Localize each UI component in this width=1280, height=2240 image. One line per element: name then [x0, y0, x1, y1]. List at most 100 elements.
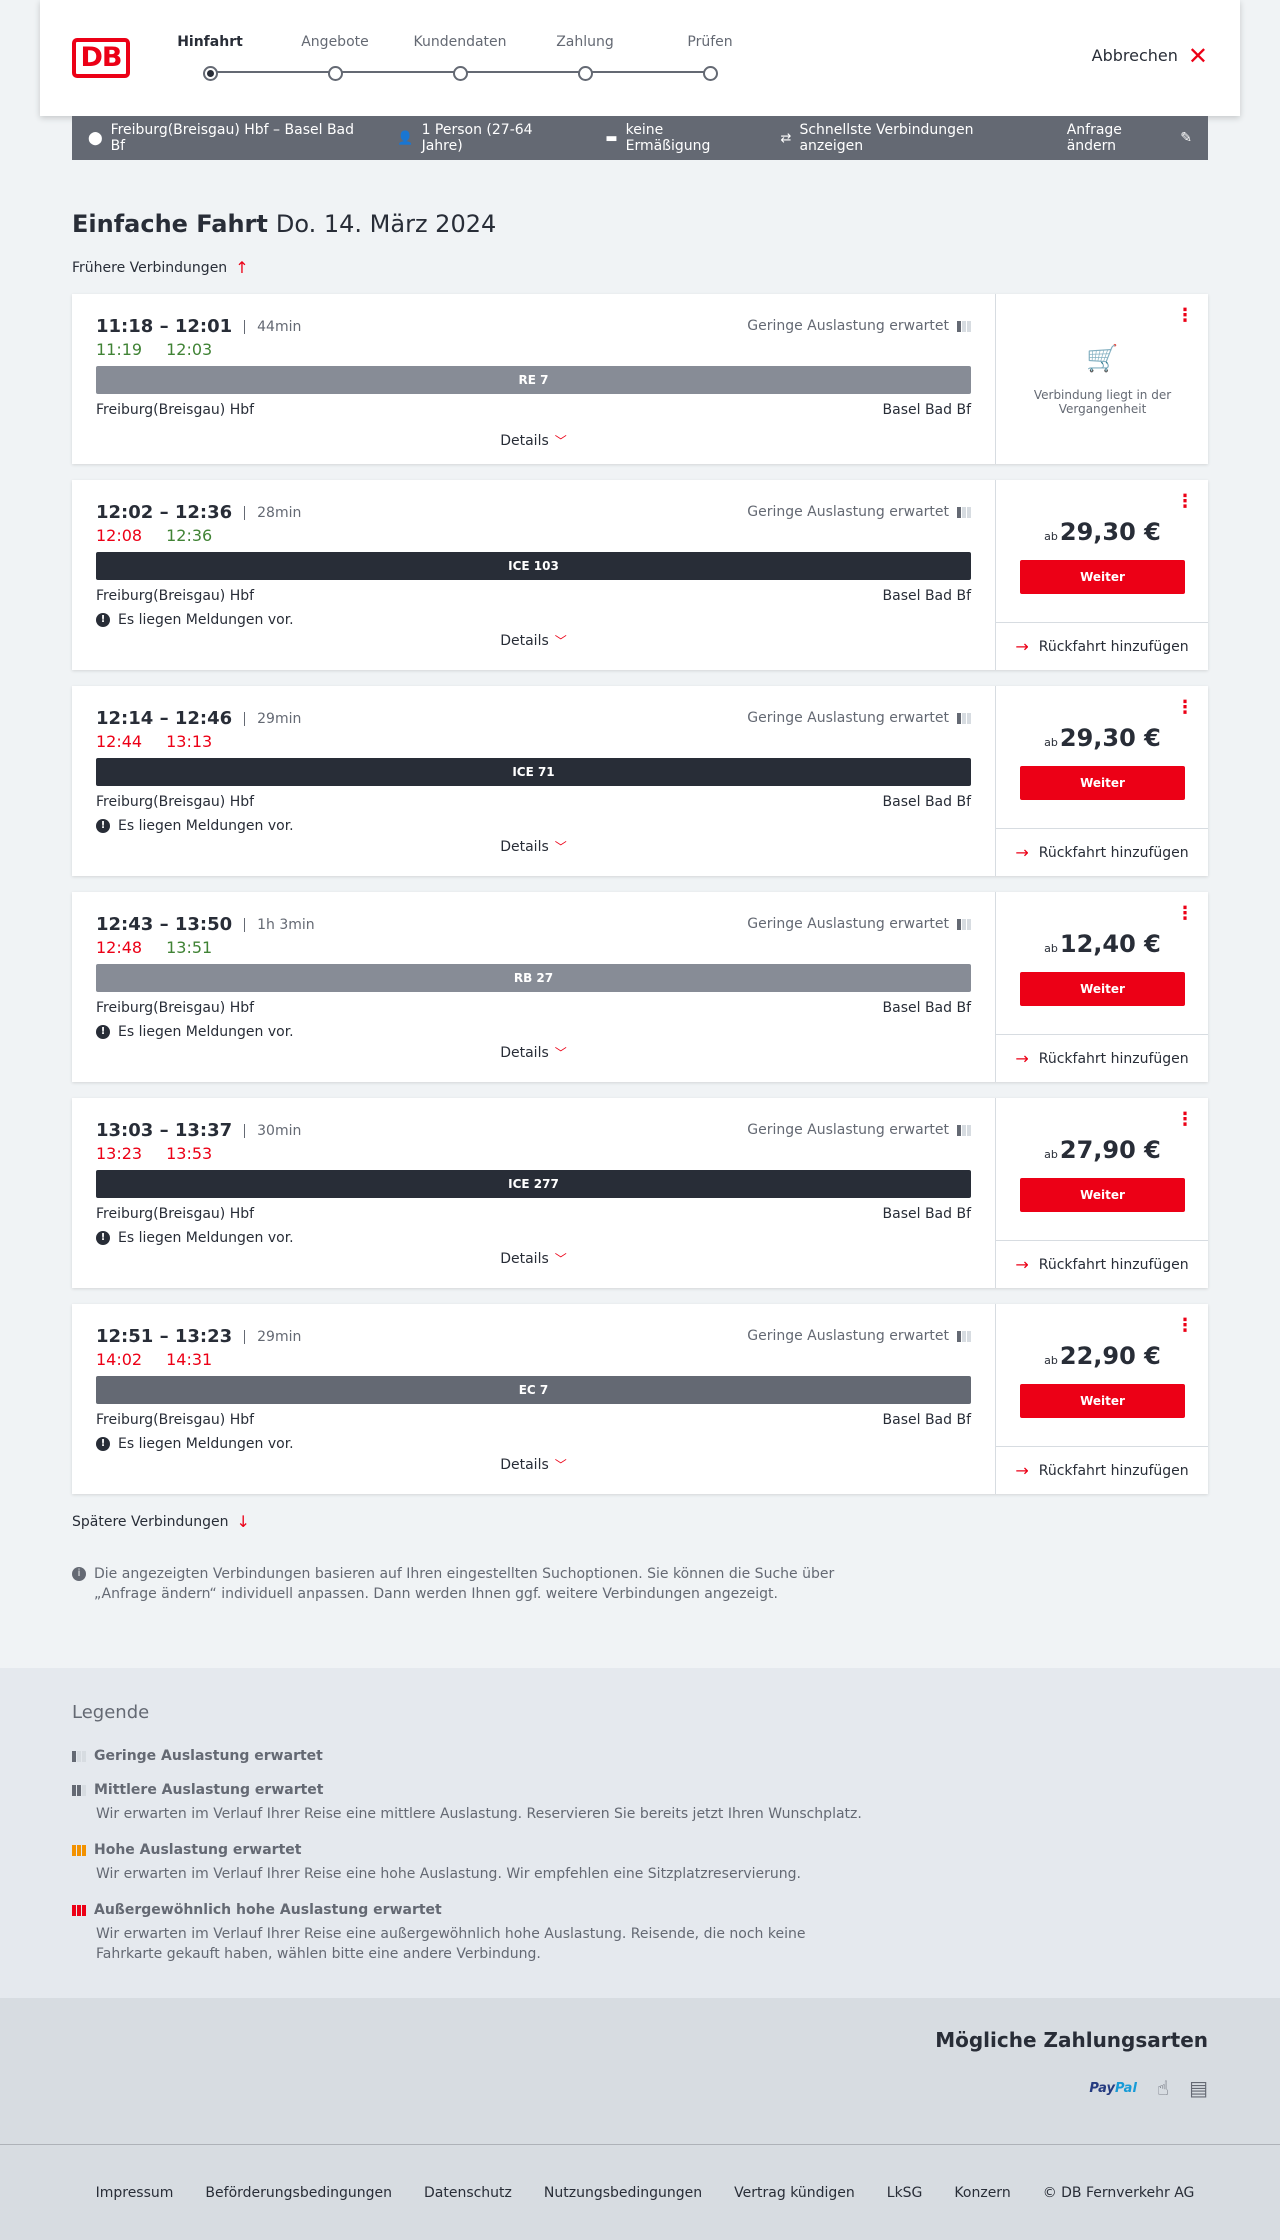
continue-button[interactable]: Weiter: [1020, 1384, 1185, 1418]
swap-icon: ⇄: [780, 130, 792, 146]
duration: 29min: [244, 711, 301, 726]
info-note: i Die angezeigten Verbindungen basieren a…: [72, 1564, 852, 1604]
realtime-times: 14:02 14:31: [96, 1350, 213, 1369]
person-icon: 👤: [397, 130, 414, 146]
legend-title: Legende: [72, 1702, 150, 1723]
footer-link[interactable]: LkSG: [887, 2185, 923, 2201]
occupancy-low-icon: [957, 918, 971, 930]
occupancy-low-icon: [957, 320, 971, 332]
stations: Freiburg(Breisgau) Hbf Basel Bad Bf: [96, 1206, 971, 1222]
summary-discount: ▬ keine Ermäßigung: [605, 122, 711, 154]
edit-request-button[interactable]: Anfrage ändern ✎: [1067, 122, 1192, 154]
arrow-up-icon: ↑: [235, 258, 249, 277]
details-toggle[interactable]: Details ﹀: [72, 1456, 995, 1473]
summary-route: ⬤ Freiburg(Breisgau) Hbf – Basel Bad Bf: [88, 122, 355, 154]
legend-item: Mittlere Auslastung erwartet Wir erwarten…: [72, 1782, 872, 1824]
sepa-direct-debit-icon: ▤: [1189, 2076, 1208, 2100]
continue-button[interactable]: Weiter: [1020, 766, 1185, 800]
paypal-icon: PayPal: [1089, 2080, 1137, 2096]
more-options-icon[interactable]: ⋮: [1176, 493, 1194, 511]
more-options-icon[interactable]: ⋮: [1176, 1317, 1194, 1335]
footer-link[interactable]: Konzern: [954, 2185, 1010, 2201]
arrow-down-icon: ↓: [236, 1512, 250, 1531]
connection-card: 12:51 – 13:23 29min 14:02 14:31 Geringe Au…: [72, 1304, 1208, 1494]
occupancy-low-icon: [957, 506, 971, 518]
step-hinfahrt: Hinfahrt: [150, 32, 270, 81]
details-toggle[interactable]: Details ﹀: [72, 1044, 995, 1061]
alert-icon: !: [96, 1231, 110, 1245]
details-toggle[interactable]: Details ﹀: [72, 1250, 995, 1267]
chevron-down-icon: ﹀: [554, 434, 567, 448]
chevron-down-icon: ﹀: [554, 634, 567, 648]
footer-link[interactable]: Vertrag kündigen: [734, 2185, 855, 2201]
connection-card: 12:02 – 12:36 28min 12:08 12:36 Geringe Au…: [72, 480, 1208, 670]
details-toggle[interactable]: Details ﹀: [72, 632, 995, 649]
footer: Impressum Beförderungsbedingungen Datensch…: [0, 2144, 1280, 2240]
legend-item: Außergewöhnlich hohe Auslastung erwartet…: [72, 1902, 872, 1964]
footer-link: © DB Fernverkehr AG: [1042, 2184, 1195, 2201]
more-options-icon[interactable]: ⋮: [1176, 307, 1194, 325]
connection-times: 12:02 – 12:36 28min: [96, 502, 302, 523]
add-return-button[interactable]: → Rückfahrt hinzufügen: [996, 1240, 1208, 1288]
arrow-right-icon: →: [1015, 1461, 1029, 1480]
occupancy-level-icon: [72, 1750, 86, 1762]
alert-icon: !: [96, 1025, 110, 1039]
offer-panel: ⋮ 🛒 Verbindung liegt in der Vergangenheit: [995, 294, 1208, 464]
duration: 1h 3min: [244, 917, 315, 932]
notice: ! Es liegen Meldungen vor.: [96, 1024, 294, 1040]
connection-card: 12:43 – 13:50 1h 3min 12:48 13:51 Geringe …: [72, 892, 1208, 1082]
price: ab29,30 €: [1044, 724, 1161, 752]
realtime-times: 11:19 12:03: [96, 340, 213, 359]
connection-times: 12:43 – 13:50 1h 3min: [96, 914, 315, 935]
add-return-button[interactable]: → Rückfahrt hinzufügen: [996, 1034, 1208, 1082]
payment-methods: Mögliche Zahlungsarten PayPal ☝ ▤: [0, 1998, 1280, 2144]
step-angebote: Angebote: [275, 32, 395, 81]
step-kundendaten: Kundendaten: [400, 32, 520, 81]
payment-title: Mögliche Zahlungsarten: [935, 2028, 1208, 2052]
cancel-button[interactable]: Abbrechen ✕: [1092, 41, 1208, 70]
notice: ! Es liegen Meldungen vor.: [96, 612, 294, 628]
db-logo[interactable]: DB: [72, 38, 130, 78]
later-connections-link[interactable]: Spätere Verbindungen ↓: [72, 1512, 250, 1531]
close-icon: ✕: [1187, 41, 1208, 70]
duration: 44min: [244, 319, 301, 334]
price: ab22,90 €: [1044, 1342, 1161, 1370]
footer-link[interactable]: Nutzungsbedingungen: [544, 2185, 702, 2201]
more-options-icon[interactable]: ⋮: [1176, 905, 1194, 923]
alert-icon: !: [96, 613, 110, 627]
earlier-connections-link[interactable]: Frühere Verbindungen ↑: [72, 258, 249, 277]
connection-info: 13:03 – 13:37 30min 13:23 13:53 Geringe Au…: [72, 1098, 995, 1288]
more-options-icon[interactable]: ⋮: [1176, 1111, 1194, 1129]
details-toggle[interactable]: Details ﹀: [72, 838, 995, 855]
price: ab27,90 €: [1044, 1136, 1161, 1164]
footer-link[interactable]: Datenschutz: [424, 2185, 512, 2201]
continue-button[interactable]: Weiter: [1020, 560, 1185, 594]
page-title: Einfache Fahrt Do. 14. März 2024: [72, 210, 497, 238]
chevron-down-icon: ﹀: [554, 1046, 567, 1060]
offer-panel: ⋮ ab29,30 € Weiter → Rückfahrt hinzufügen: [995, 686, 1208, 876]
continue-button[interactable]: Weiter: [1020, 1178, 1185, 1212]
connection-info: 11:18 – 12:01 44min 11:19 12:03 Geringe Au…: [72, 294, 995, 464]
stations: Freiburg(Breisgau) Hbf Basel Bad Bf: [96, 588, 971, 604]
search-summary-bar: ⬤ Freiburg(Breisgau) Hbf – Basel Bad Bf 👤…: [72, 116, 1208, 160]
continue-button[interactable]: Weiter: [1020, 972, 1185, 1006]
realtime-times: 12:44 13:13: [96, 732, 213, 751]
step-pruefen: Prüfen: [650, 32, 770, 81]
occupancy-indicator: Geringe Auslastung erwartet: [747, 318, 971, 334]
connection-times: 12:14 – 12:46 29min: [96, 708, 302, 729]
cart-unavailable-icon: 🛒: [1086, 344, 1119, 374]
add-return-button[interactable]: → Rückfahrt hinzufügen: [996, 828, 1208, 876]
connection-card: 12:14 – 12:46 29min 12:44 13:13 Geringe Au…: [72, 686, 1208, 876]
price: ab29,30 €: [1044, 518, 1161, 546]
occupancy-indicator: Geringe Auslastung erwartet: [747, 710, 971, 726]
connection-card: 11:18 – 12:01 44min 11:19 12:03 Geringe Au…: [72, 294, 1208, 464]
pencil-icon: ✎: [1180, 130, 1192, 146]
offer-panel: ⋮ ab29,30 € Weiter → Rückfahrt hinzufügen: [995, 480, 1208, 670]
more-options-icon[interactable]: ⋮: [1176, 699, 1194, 717]
price: ab12,40 €: [1044, 930, 1161, 958]
footer-link[interactable]: Impressum: [96, 2185, 174, 2201]
footer-link[interactable]: Beförderungsbedingungen: [205, 2185, 392, 2201]
add-return-button[interactable]: → Rückfahrt hinzufügen: [996, 622, 1208, 670]
details-toggle[interactable]: Details ﹀: [72, 432, 995, 449]
add-return-button[interactable]: → Rückfahrt hinzufügen: [996, 1446, 1208, 1494]
